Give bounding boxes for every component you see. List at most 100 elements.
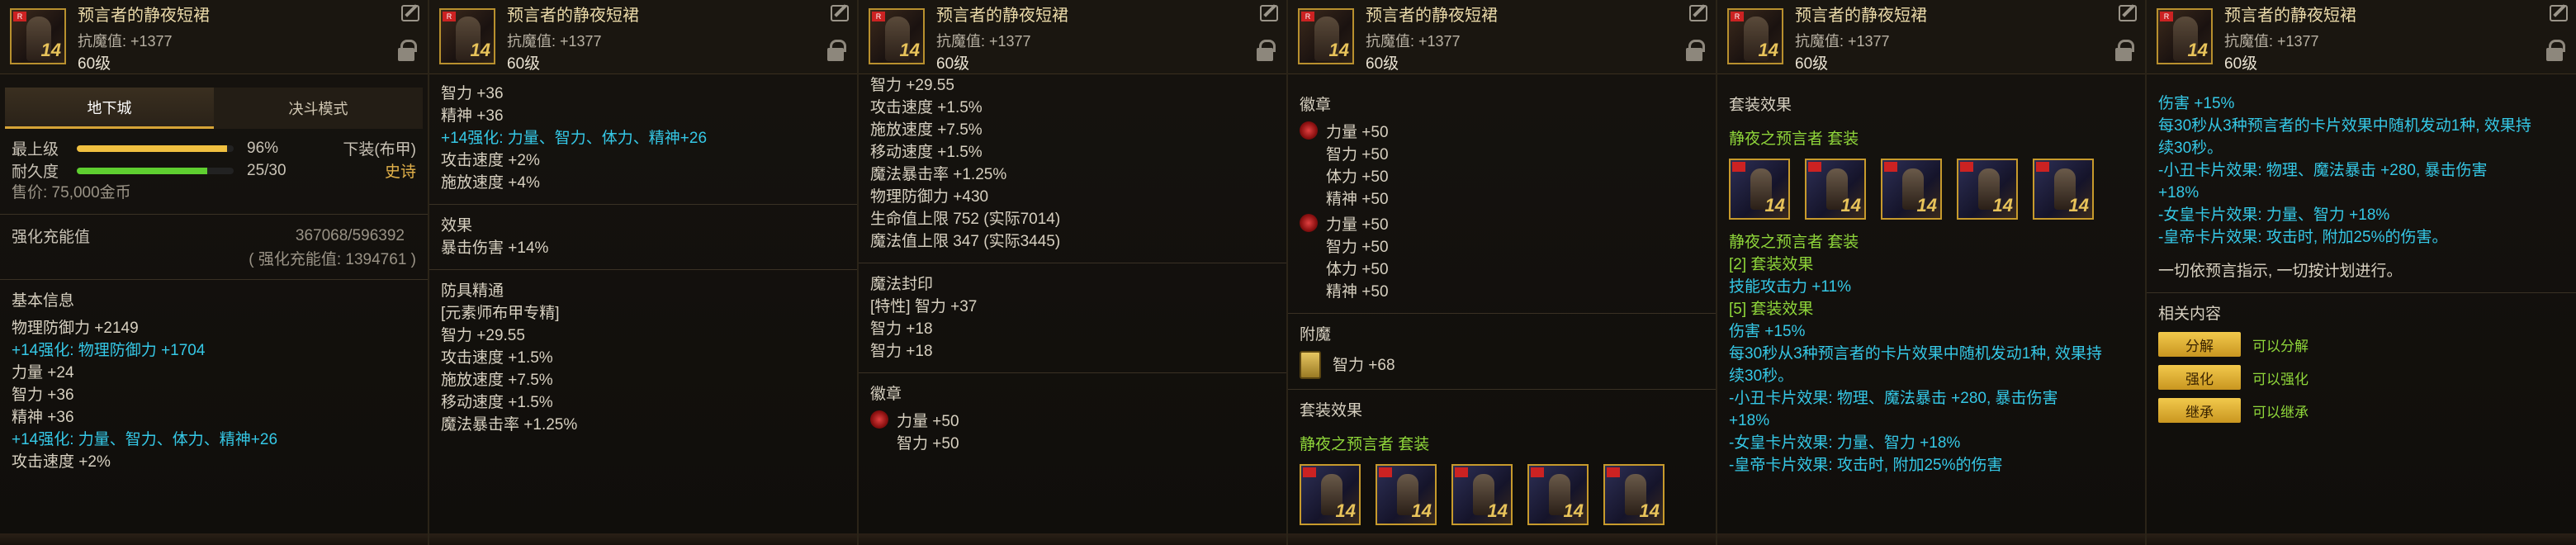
item-icon[interactable]: R 14: [869, 8, 925, 64]
set-effect-line: 续30秒。: [2158, 140, 2223, 157]
badge-line: 力量 +50: [897, 413, 959, 430]
tooltip-panel-3: R 14 预言者的静夜短裙 抗魔值: +1377 60级 智力 +29.55 攻击…: [859, 0, 1288, 545]
item-resist: 抗魔值: +1377: [1366, 33, 1461, 50]
stat-line: 智力 +29.55: [870, 77, 954, 94]
set-item-card[interactable]: 14: [1881, 159, 1942, 220]
set-item-card[interactable]: 14: [1603, 464, 1664, 525]
item-resist: 抗魔值: +1377: [78, 33, 173, 50]
set-item-card[interactable]: 14: [1300, 464, 1361, 525]
set-effect-line: 每30秒从3种预言者的卡片效果中随机发动1种, 效果持: [2158, 117, 2531, 135]
seal-title: 魔法封印: [870, 276, 934, 293]
related-button[interactable]: 强化: [2158, 365, 2241, 390]
badge-title: 徽章: [1300, 97, 1332, 114]
related-button[interactable]: 分解: [2158, 332, 2241, 357]
tooltip-panel-4: R 14 预言者的静夜短裙 抗魔值: +1377 60级 徽章 力量 +50 智力…: [1288, 0, 1717, 545]
badge-line: 精神 +50: [1326, 283, 1389, 301]
tooltip-panel-1: R 14 预言者的静夜短裙 抗魔值: +1377 60级 地下城 决斗模式 最上…: [0, 0, 429, 545]
item-tag: [1531, 467, 1544, 477]
mastery-line: 攻击速度 +1.5%: [441, 349, 553, 367]
lock-icon[interactable]: [398, 40, 417, 61]
stat-line: 攻击速度 +1.5%: [870, 99, 983, 116]
set2-label: [2] 套装效果: [1729, 256, 1814, 273]
set-item-card[interactable]: 14: [1451, 464, 1513, 525]
item-name: 预言者的静夜短裙: [1795, 7, 1927, 25]
set-item-card[interactable]: 14: [1729, 159, 1790, 220]
badge-icon: [1300, 351, 1321, 379]
seal-line: 智力 +18: [870, 343, 933, 360]
set-effect-line: -小丑卡片效果: 物理、魔法暴击 +280, 暴击伤害: [1729, 390, 2058, 407]
rarity-label: 史诗: [384, 164, 416, 181]
stat-line: 生命值上限 752 (实际7014): [870, 211, 1061, 228]
item-header: R 14 预言者的静夜短裙 抗魔值: +1377 60级: [859, 0, 1286, 74]
grade-bar: [77, 145, 234, 152]
badge-title: 徽章: [870, 386, 902, 403]
related-row: 强化 可以强化: [2158, 363, 2564, 391]
item-tag: R: [1301, 12, 1314, 21]
edit-icon[interactable]: [1689, 5, 1707, 21]
edit-icon[interactable]: [831, 5, 849, 21]
stat-line: 攻击速度 +2%: [12, 453, 111, 471]
set-item-card[interactable]: 14: [1527, 464, 1589, 525]
item-icon[interactable]: R 14: [1727, 8, 1783, 64]
basic-title: 基本信息: [12, 292, 75, 310]
stat-line: 移动速度 +1.5%: [870, 144, 983, 161]
related-button[interactable]: 继承: [2158, 398, 2241, 423]
item-header: R 14 预言者的静夜短裙 抗魔值: +1377 60级: [1717, 0, 2145, 74]
item-resist: 抗魔值: +1377: [936, 33, 1031, 50]
seal-orb-icon: [870, 410, 888, 429]
set-effect-line: -女皇卡片效果: 力量、智力 +18%: [2158, 206, 2390, 224]
item-tag: [1960, 162, 1973, 172]
set-effect-line: +18%: [2158, 184, 2200, 201]
item-icon[interactable]: R 14: [10, 8, 66, 64]
item-tag: [1303, 467, 1316, 477]
set-item-card[interactable]: 14: [2033, 159, 2094, 220]
effect-line: 暴击伤害 +14%: [441, 239, 549, 257]
tab-duel[interactable]: 决斗模式: [214, 88, 423, 129]
item-header: R 14 预言者的静夜短裙 抗魔值: +1377 60级: [0, 0, 428, 74]
lock-icon[interactable]: [1257, 40, 1276, 61]
lock-icon[interactable]: [1686, 40, 1705, 61]
item-header: R 14 预言者的静夜短裙 抗魔值: +1377 60级: [2147, 0, 2576, 74]
lock-icon[interactable]: [2115, 40, 2134, 61]
tooltip-panel-6: R 14 预言者的静夜短裙 抗魔值: +1377 60级 伤害 +15% 每30秒…: [2147, 0, 2576, 545]
edit-icon[interactable]: [401, 5, 419, 21]
durability-text: 25/30: [247, 161, 286, 179]
item-tag: [1379, 467, 1392, 477]
edit-icon[interactable]: [2119, 5, 2137, 21]
seal-trait: [特性] 智力 +37: [870, 298, 978, 315]
enchant-line: 智力 +68: [1333, 356, 1395, 374]
set-effect-line: 伤害 +15%: [1729, 323, 1806, 340]
lock-icon[interactable]: [2546, 40, 2565, 61]
mastery-line: 魔法暴击率 +1.25%: [441, 416, 578, 434]
set-name: 静夜之预言者 套装: [1729, 130, 1859, 148]
enchant-title: 附魔: [1300, 326, 1332, 344]
item-name: 预言者的静夜短裙: [936, 7, 1068, 25]
item-tag: [1732, 162, 1745, 172]
grade-label: 最上级: [12, 141, 59, 159]
set5-label: [5] 套装效果: [1729, 301, 1814, 318]
item-icon[interactable]: R 14: [1298, 8, 1354, 64]
item-resist: 抗魔值: +1377: [2224, 33, 2319, 50]
flavor-quote: 一切依预言指示, 一切按计划进行。: [2158, 263, 2403, 280]
item-rank: 14: [1335, 500, 1356, 521]
tab-dungeon[interactable]: 地下城: [5, 88, 214, 129]
item-tag: R: [1731, 12, 1744, 21]
mastery-line: 施放速度 +7.5%: [441, 372, 553, 389]
related-label: 可以继承: [2252, 404, 2308, 420]
item-rank: 14: [2187, 40, 2208, 60]
item-rank: 14: [470, 40, 490, 60]
edit-icon[interactable]: [1260, 5, 1278, 21]
edit-icon[interactable]: [2550, 5, 2568, 21]
set-item-card[interactable]: 14: [1957, 159, 2018, 220]
set-item-card[interactable]: 14: [1805, 159, 1866, 220]
item-icon[interactable]: R 14: [2157, 8, 2213, 64]
set-item-card[interactable]: 14: [1376, 464, 1437, 525]
item-resist: 抗魔值: +1377: [507, 33, 602, 50]
item-tag: [1884, 162, 1897, 172]
set-name-2: 静夜之预言者 套装: [1729, 234, 1859, 251]
item-tag: [1607, 467, 1620, 477]
lock-icon[interactable]: [827, 40, 846, 61]
badge-line: 智力 +50: [1326, 146, 1389, 164]
item-icon[interactable]: R 14: [439, 8, 495, 64]
item-rank: 14: [1639, 500, 1660, 521]
